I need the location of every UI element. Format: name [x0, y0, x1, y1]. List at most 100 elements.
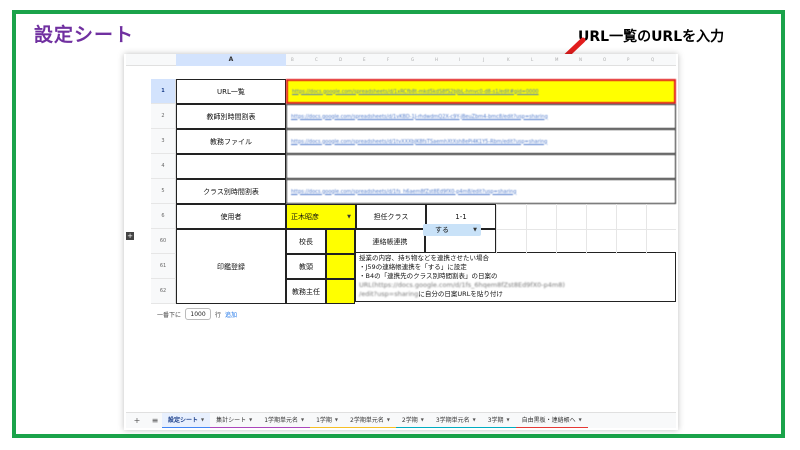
role-academic-head[interactable]: 教務主任 [286, 279, 326, 304]
chevron-down-icon: ▼ [578, 417, 582, 422]
note-line-blurred: URL(https://docs.google.com/d/1fs_6hqem8… [359, 281, 565, 289]
sheet-tab-bar: + ≡ 設定シート ▼ 集計シート ▼ 1学期単元名 ▼ 1学期 ▼ 2学期単元名 ▼ 2学期 ▼ 3学… [126, 412, 676, 428]
column-header[interactable]: G [411, 54, 414, 66]
all-sheets-menu-icon[interactable]: ≡ [148, 416, 162, 425]
label-cell-empty[interactable] [176, 154, 286, 179]
seal-input-vice-principal[interactable] [326, 254, 355, 279]
chevron-down-icon: ▼ [201, 417, 205, 422]
column-header[interactable]: L [531, 54, 533, 66]
note-line: 授業の内容、持ち物などを連携させたい場合 [359, 254, 489, 262]
row-number[interactable]: 6 [151, 204, 176, 229]
sheet-tab[interactable]: 3学期単元名 ▼ [429, 413, 482, 428]
sheet-tab[interactable]: 2学期 ▼ [395, 413, 430, 428]
add-sheet-button[interactable]: + [130, 416, 144, 425]
column-header-row: A B C D E F G H I J K L M N O P Q [126, 54, 676, 66]
seal-input-principal[interactable] [326, 229, 355, 254]
sheet-tab-label: 設定シート [168, 417, 199, 424]
sheet-tab-label: 自由黒板・連絡帳へ [521, 417, 576, 424]
sheet-tab-label: 1学期 [316, 417, 332, 424]
chevron-down-icon: ▼ [347, 213, 351, 220]
sheet-tab-label: 3学期 [487, 417, 504, 424]
seal-input-academic-head[interactable] [326, 279, 355, 304]
column-header-a[interactable]: A [176, 54, 286, 66]
spreadsheet: A B C D E F G H I J K L M N O P Q 1 URL一覧 https://docs.… [126, 54, 676, 428]
sheet-tab[interactable]: 2学期単元名 ▼ [344, 413, 396, 428]
contact-link-dropdown[interactable]: する ▼ [423, 224, 481, 236]
sheet-tab-label: 2学期単元名 [350, 417, 384, 424]
row-number[interactable]: 61 [151, 254, 176, 279]
column-header[interactable]: P [627, 54, 629, 66]
sheet-tab[interactable]: 1学期単元名 ▼ [258, 413, 311, 428]
column-header[interactable]: D [339, 54, 342, 66]
contact-link-value: する [435, 226, 449, 234]
chevron-down-icon: ▼ [420, 417, 424, 422]
column-header[interactable]: Q [651, 54, 654, 66]
column-header[interactable]: H [435, 54, 438, 66]
column-header[interactable]: F [387, 54, 389, 66]
url-cell-empty[interactable] [286, 154, 676, 179]
sheet-tab-label: 2学期 [401, 417, 418, 424]
column-header[interactable]: O [603, 54, 606, 66]
note-line: に自分の日案URLを貼り付け [418, 290, 503, 298]
row-number[interactable]: 3 [151, 129, 176, 154]
column-header[interactable]: I [459, 54, 460, 66]
column-header[interactable]: N [579, 54, 582, 66]
seal-registration-label[interactable]: 印鑑登録 [176, 229, 286, 304]
add-rows-button[interactable]: 追加 [225, 310, 237, 319]
label-cell-user[interactable]: 使用者 [176, 204, 286, 229]
add-rows-count-input[interactable]: 1000 [185, 308, 212, 320]
add-rows-prefix: 一番下に [157, 311, 182, 319]
sheet-tab[interactable]: 設定シート ▼ [162, 413, 211, 428]
row-number[interactable]: 62 [151, 279, 176, 304]
sheet-tab[interactable]: 1学期 ▼ [310, 413, 344, 428]
instruction-note[interactable]: 授業の内容、持ち物などを連携させたい場合 ・J59の連絡帳連携を「する」に設定 … [355, 252, 676, 302]
column-header[interactable]: M [555, 54, 558, 66]
url-cell-class-timetable[interactable]: https://docs.google.com/spreadsheets/d/1… [286, 179, 676, 204]
chevron-down-icon: ▼ [249, 417, 253, 422]
label-cell-url-list[interactable]: URL一覧 [176, 79, 286, 104]
sheet-tab[interactable]: 3学期 ▼ [481, 413, 516, 428]
row-number[interactable]: 60 [151, 229, 176, 254]
homeroom-label[interactable]: 担任クラス [356, 204, 426, 229]
user-dropdown-value: 正木昭彦 [291, 212, 319, 221]
url-cell-teacher-timetable[interactable]: https://docs.google.com/spreadsheets/d/1… [286, 104, 676, 129]
column-header[interactable]: J [483, 54, 484, 66]
expand-group-icon[interactable]: + [126, 232, 134, 240]
row-number[interactable]: 1 [151, 79, 176, 104]
url-cell-academic-file[interactable]: https://docs.google.com/spreadsheets/d/1… [286, 129, 676, 154]
sheet-tab[interactable]: 自由黒板・連絡帳へ ▼ [515, 413, 588, 428]
label-cell-teacher-timetable[interactable]: 教師別時間割表 [176, 104, 286, 129]
add-rows-unit: 行 [215, 311, 222, 319]
row-number[interactable]: 2 [151, 104, 176, 129]
chevron-down-icon: ▼ [301, 417, 305, 422]
column-header[interactable]: C [315, 54, 318, 66]
user-dropdown[interactable]: 正木昭彦 ▼ [286, 204, 356, 229]
chevron-down-icon: ▼ [386, 417, 390, 422]
note-line: ・J59の連絡帳連携を「する」に設定 [359, 263, 467, 271]
sheet-tab[interactable]: 集計シート ▼ [210, 413, 259, 428]
role-principal[interactable]: 校長 [286, 229, 326, 254]
column-header[interactable]: B [291, 54, 294, 66]
label-cell-academic-file[interactable]: 教務ファイル [176, 129, 286, 154]
chevron-down-icon: ▼ [473, 227, 477, 233]
row-number[interactable]: 5 [151, 179, 176, 204]
sheet-tab-label: 3学期単元名 [435, 417, 470, 424]
row-number[interactable]: 4 [151, 154, 176, 179]
chevron-down-icon: ▼ [506, 417, 510, 422]
contact-link-label[interactable]: 連絡帳連携 [355, 229, 425, 254]
chevron-down-icon: ▼ [472, 417, 476, 422]
column-header[interactable]: K [507, 54, 510, 66]
url-cell-url-list[interactable]: https://docs.google.com/spreadsheets/d/1… [286, 79, 676, 104]
slide-frame: 設定シート URL一覧のURLを入力 A B C D E F G H I J K L M N O P Q 1 … [12, 10, 785, 438]
note-line: ・B4の「連携先のクラス別時間割表」の日案の [359, 272, 498, 280]
chevron-down-icon: ▼ [334, 417, 338, 422]
note-line-blurred: /edit?usp=sharing [359, 290, 419, 298]
callout-text: URL一覧のURLを入力 [578, 29, 725, 45]
column-header[interactable]: E [363, 54, 366, 66]
add-rows-bar: 一番下に 1000 行 追加 [157, 308, 237, 320]
sheet-tab-label: 集計シート [216, 417, 247, 424]
label-cell-class-timetable[interactable]: クラス別時間割表 [176, 179, 286, 204]
role-vice-principal[interactable]: 教頭 [286, 254, 326, 279]
sheet-tab-label: 1学期単元名 [264, 417, 299, 424]
slide-title: 設定シート [34, 24, 135, 46]
